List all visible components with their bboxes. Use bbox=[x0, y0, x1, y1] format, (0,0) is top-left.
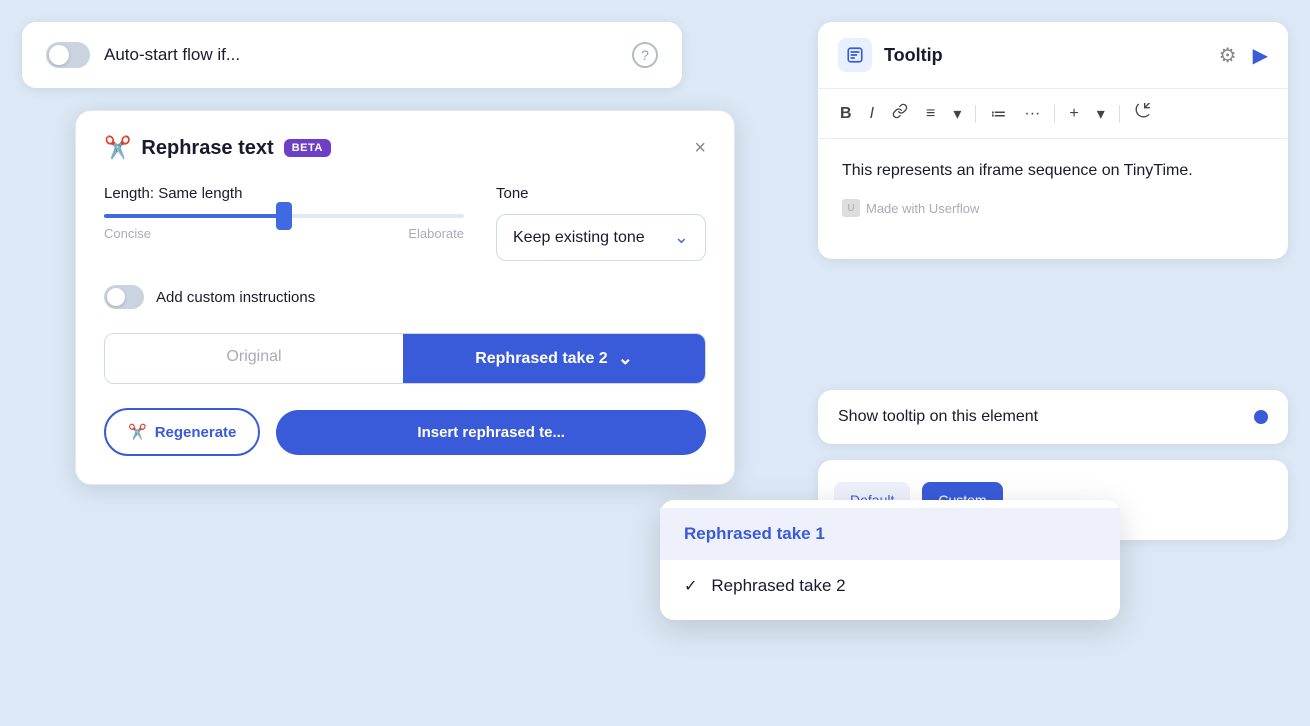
slider-elaborate-label: Elaborate bbox=[408, 226, 464, 241]
checkmark-icon: ✓ bbox=[684, 576, 697, 596]
slider-track bbox=[104, 214, 464, 218]
close-button[interactable]: × bbox=[694, 138, 706, 158]
toolbar-more[interactable]: ··· bbox=[1018, 101, 1046, 127]
editor-toolbar: B I ≡ ▾ ≔ ··· + ▾ bbox=[818, 89, 1288, 139]
dialog-header: ✂️ Rephrase text BETA × bbox=[104, 135, 706, 161]
slider-fill bbox=[104, 214, 284, 218]
tooltip-doc-icon bbox=[838, 38, 872, 72]
toolbar-divider-1 bbox=[975, 105, 976, 123]
custom-instructions-row: Add custom instructions bbox=[104, 285, 706, 309]
userflow-label: Made with Userflow bbox=[866, 201, 979, 216]
help-icon[interactable]: ? bbox=[632, 42, 658, 68]
custom-instructions-toggle[interactable] bbox=[104, 285, 144, 309]
tone-dropdown-value: Keep existing tone bbox=[513, 229, 645, 247]
tone-dropdown[interactable]: Keep existing tone ⌄ bbox=[496, 214, 706, 261]
toolbar-plus-chevron[interactable]: ▾ bbox=[1091, 100, 1111, 128]
toggle-sm-knob bbox=[107, 288, 125, 306]
editor-content: This represents an iframe sequence on Ti… bbox=[818, 139, 1288, 259]
dropdown-item-1-label: Rephrased take 1 bbox=[684, 524, 825, 544]
auto-start-toggle[interactable] bbox=[46, 42, 90, 68]
dropdown-item-2[interactable]: ✓ Rephrased take 2 bbox=[660, 560, 1120, 612]
custom-instructions-label: Add custom instructions bbox=[156, 289, 315, 306]
editor-text[interactable]: This represents an iframe sequence on Ti… bbox=[842, 159, 1264, 183]
slider-thumb[interactable] bbox=[276, 202, 292, 230]
show-tooltip-section: Show tooltip on this element bbox=[818, 390, 1288, 444]
tab-rephrased-label: Rephrased take 2 bbox=[475, 350, 608, 368]
tone-label: Tone bbox=[496, 185, 706, 202]
actions-row: ✂️ Regenerate Insert rephrased te... bbox=[104, 408, 706, 456]
regenerate-label: Regenerate bbox=[155, 424, 237, 441]
tab-original[interactable]: Original bbox=[105, 334, 403, 383]
tooltip-actions: ⚙ ▶ bbox=[1219, 43, 1268, 68]
toolbar-divider-3 bbox=[1119, 105, 1120, 123]
chevron-down-icon: ⌄ bbox=[674, 227, 689, 248]
length-section: Length: Same length Concise Elaborate bbox=[104, 185, 464, 241]
play-icon[interactable]: ▶ bbox=[1253, 43, 1268, 68]
auto-start-card: Auto-start flow if... ? bbox=[22, 22, 682, 88]
tooltip-title-group: Tooltip bbox=[838, 38, 943, 72]
show-tooltip-label: Show tooltip on this element bbox=[838, 408, 1038, 426]
slider-concise-label: Concise bbox=[104, 226, 151, 241]
rephrase-dialog: ✂️ Rephrase text BETA × Length: Same len… bbox=[75, 110, 735, 485]
toolbar-italic[interactable]: I bbox=[864, 101, 880, 127]
tooltip-panel: Tooltip ⚙ ▶ B I ≡ ▾ ≔ ··· + ▾ bbox=[818, 22, 1288, 259]
dropdown-item-1[interactable]: Rephrased take 1 bbox=[660, 508, 1120, 560]
tone-section: Tone Keep existing tone ⌄ bbox=[496, 185, 706, 261]
toolbar-bold[interactable]: B bbox=[834, 101, 858, 127]
toolbar-divider-2 bbox=[1054, 105, 1055, 123]
dialog-title: Rephrase text bbox=[141, 137, 273, 160]
tab-rephrased[interactable]: Rephrased take 2 ⌄ bbox=[403, 334, 705, 383]
regenerate-button[interactable]: ✂️ Regenerate bbox=[104, 408, 260, 456]
dropdown-menu: Rephrased take 1 ✓ Rephrased take 2 bbox=[660, 500, 1120, 620]
gear-icon[interactable]: ⚙ bbox=[1219, 43, 1237, 68]
toolbar-link[interactable] bbox=[886, 99, 914, 128]
beta-badge: BETA bbox=[284, 139, 331, 157]
tab-bar: Original Rephrased take 2 ⌄ bbox=[104, 333, 706, 384]
auto-start-label: Auto-start flow if... bbox=[104, 45, 240, 65]
toolbar-magic[interactable] bbox=[1128, 99, 1156, 128]
regenerate-icon: ✂️ bbox=[128, 423, 147, 441]
toolbar-align[interactable]: ≡ bbox=[920, 101, 941, 127]
insert-button[interactable]: Insert rephrased te... bbox=[276, 410, 706, 455]
toolbar-list[interactable]: ≔ bbox=[984, 100, 1012, 128]
controls-row: Length: Same length Concise Elaborate To… bbox=[104, 185, 706, 261]
blue-dot-toggle[interactable] bbox=[1254, 410, 1268, 424]
userflow-icon: U bbox=[842, 199, 860, 217]
dialog-title-group: ✂️ Rephrase text BETA bbox=[104, 135, 331, 161]
toolbar-align-chevron[interactable]: ▾ bbox=[947, 100, 967, 128]
toolbar-plus[interactable]: + bbox=[1063, 101, 1084, 127]
dropdown-item-2-label: Rephrased take 2 bbox=[711, 576, 845, 596]
userflow-attribution: U Made with Userflow bbox=[842, 199, 1264, 217]
toggle-knob bbox=[49, 45, 69, 65]
tooltip-title: Tooltip bbox=[884, 45, 943, 66]
tab-chevron-icon: ⌄ bbox=[618, 348, 633, 369]
tooltip-header: Tooltip ⚙ ▶ bbox=[818, 22, 1288, 89]
rephrase-icon: ✂️ bbox=[104, 135, 131, 161]
length-label: Length: Same length bbox=[104, 185, 464, 202]
